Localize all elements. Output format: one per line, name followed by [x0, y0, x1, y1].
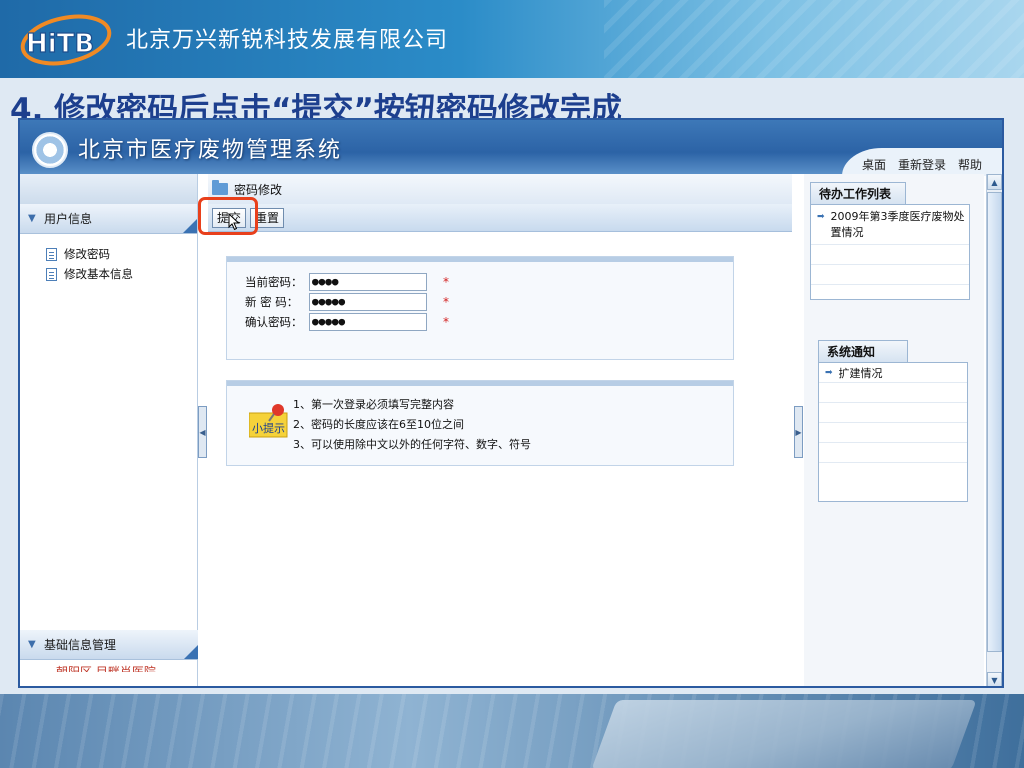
- svg-text:小提示: 小提示: [252, 422, 285, 435]
- notice-box: ➡ 扩建情况: [818, 362, 968, 502]
- collapse-left-handle[interactable]: ◀: [198, 406, 207, 458]
- relogin-link[interactable]: 重新登录: [898, 156, 946, 173]
- desktop-link[interactable]: 桌面: [862, 156, 886, 173]
- app-header: 北京市医疗废物管理系统 桌面 重新登录 帮助: [20, 120, 1002, 176]
- corner-triangle: [183, 219, 197, 233]
- right-pane: 待办工作列表 ➡ 2009年第3季度医疗废物处置情况 系统通知 ➡ 扩建情况: [804, 174, 984, 686]
- sidebar-item-label: 修改密码: [64, 247, 110, 261]
- new-password-input[interactable]: ●●●●●: [309, 293, 427, 311]
- reset-button[interactable]: 重置: [250, 207, 285, 228]
- notice-empty-row: [819, 443, 967, 463]
- scroll-thumb[interactable]: [987, 192, 1002, 652]
- main-content: 密码修改 提交 重置 当前密码： ●●●● * 新 密: [198, 174, 792, 686]
- tip-line: 2、密码的长度应该在6至10位之间: [293, 418, 464, 431]
- vertical-scrollbar[interactable]: ▲ ▼: [986, 174, 1002, 686]
- form-rows: 当前密码： ●●●● * 新 密 码： ●●●●● * 确认密码： ●●●●● …: [227, 262, 733, 332]
- breadcrumb-label: 密码修改: [234, 182, 283, 197]
- company-logo: HiTB: [20, 14, 112, 66]
- scroll-down-icon[interactable]: ▼: [987, 672, 1002, 686]
- submit-wrapper: 提交: [198, 197, 258, 236]
- bullet-arrow-icon: ➡: [817, 212, 825, 222]
- svg-text:HiTB: HiTB: [26, 29, 94, 59]
- sidebar-section-label: 用户信息: [44, 212, 93, 226]
- slide-banner: HiTB 北京万兴新锐科技发展有限公司: [0, 0, 1024, 78]
- confirm-password-label: 确认密码：: [245, 315, 303, 329]
- folder-icon: [212, 180, 228, 195]
- required-mark: *: [443, 315, 449, 329]
- sidebar: ▼ 用户信息 修改密码 修改基本信息 ▼ 基础信息管理 朝阳区 目畔肖医院: [20, 174, 198, 686]
- tips-list: 1、第一次登录必须填写完整内容 2、密码的长度应该在6至10位之间 3、可以使用…: [293, 395, 531, 455]
- notice-item[interactable]: ➡ 扩建情况: [819, 363, 967, 383]
- toolbar: 提交 重置: [198, 197, 792, 236]
- chevron-down-icon: ▼: [28, 639, 36, 650]
- current-password-row: 当前密码： ●●●● *: [227, 272, 733, 292]
- todo-empty-row: [811, 245, 969, 265]
- slide-footer-image: [0, 694, 1024, 768]
- banner-pattern: [604, 0, 1024, 78]
- sidebar-top: [20, 174, 197, 204]
- sidebar-section-user[interactable]: ▼ 用户信息: [20, 204, 197, 234]
- panel-bar: [227, 381, 733, 386]
- app-title: 北京市医疗废物管理系统: [78, 138, 343, 163]
- sidebar-cut-text: 朝阳区 目畔肖医院: [56, 665, 156, 672]
- notice-empty-row: [819, 403, 967, 423]
- sidebar-bottom: ▼ 基础信息管理 朝阳区 目畔肖医院: [20, 630, 198, 672]
- scroll-up-icon[interactable]: ▲: [987, 174, 1002, 190]
- sidebar-item-edit-info[interactable]: 修改基本信息: [46, 264, 197, 284]
- help-link[interactable]: 帮助: [958, 156, 982, 173]
- app-window: 北京市医疗废物管理系统 桌面 重新登录 帮助 ▼ 用户信息 修改密码 修改基本信…: [18, 118, 1004, 688]
- tip-line: 1、第一次登录必须填写完整内容: [293, 398, 454, 411]
- sidebar-item-label: 修改基本信息: [64, 267, 133, 281]
- notice-item-label: 扩建情况: [838, 366, 883, 380]
- current-password-label: 当前密码：: [245, 275, 303, 289]
- document-icon: [46, 267, 57, 281]
- tab-notice[interactable]: 系统通知: [818, 340, 908, 362]
- confirm-password-input[interactable]: ●●●●●: [309, 313, 427, 331]
- mouse-cursor-icon: [228, 213, 240, 231]
- tips-panel: 小提示 1、第一次登录必须填写完整内容 2、密码的长度应该在6至10位之间 3、…: [226, 380, 734, 466]
- bullet-arrow-icon: ➡: [825, 367, 833, 378]
- pushpin-tip-icon: 小提示: [249, 404, 288, 438]
- app-emblem-icon: [32, 132, 68, 168]
- confirm-password-row: 确认密码： ●●●●● *: [227, 312, 733, 332]
- required-mark: *: [443, 295, 449, 309]
- required-mark: *: [443, 275, 449, 289]
- password-form-panel: 当前密码： ●●●● * 新 密 码： ●●●●● * 确认密码： ●●●●● …: [226, 256, 734, 360]
- todo-item-label: 2009年第3季度医疗废物处置情况: [830, 210, 965, 239]
- collapse-right-handle[interactable]: ▶: [794, 406, 803, 458]
- new-password-row: 新 密 码： ●●●●● *: [227, 292, 733, 312]
- chevron-down-icon: ▼: [28, 213, 36, 224]
- keyboard-graphic: [591, 700, 977, 768]
- notice-empty-row: [819, 383, 967, 403]
- top-links: 桌面 重新登录 帮助: [862, 156, 982, 173]
- corner-triangle: [184, 645, 198, 659]
- breadcrumb: 密码修改: [208, 174, 792, 204]
- notice-empty-row: [819, 423, 967, 443]
- sidebar-section-label: 基础信息管理: [44, 638, 117, 652]
- new-password-label: 新 密 码：: [245, 295, 299, 309]
- document-icon: [46, 247, 57, 261]
- current-password-input[interactable]: ●●●●: [309, 273, 427, 291]
- sidebar-items: 修改密码 修改基本信息: [20, 234, 197, 284]
- todo-empty-row: [811, 265, 969, 285]
- company-name: 北京万兴新锐科技发展有限公司: [126, 28, 449, 53]
- todo-item[interactable]: ➡ 2009年第3季度医疗废物处置情况: [811, 205, 969, 245]
- sidebar-section-basic[interactable]: ▼ 基础信息管理: [20, 630, 198, 660]
- tip-line: 3、可以使用除中文以外的任何字符、数字、符号: [293, 438, 531, 451]
- tab-todo[interactable]: 待办工作列表: [810, 182, 906, 204]
- todo-box: ➡ 2009年第3季度医疗废物处置情况: [810, 204, 970, 300]
- sidebar-item-change-password[interactable]: 修改密码: [46, 244, 197, 264]
